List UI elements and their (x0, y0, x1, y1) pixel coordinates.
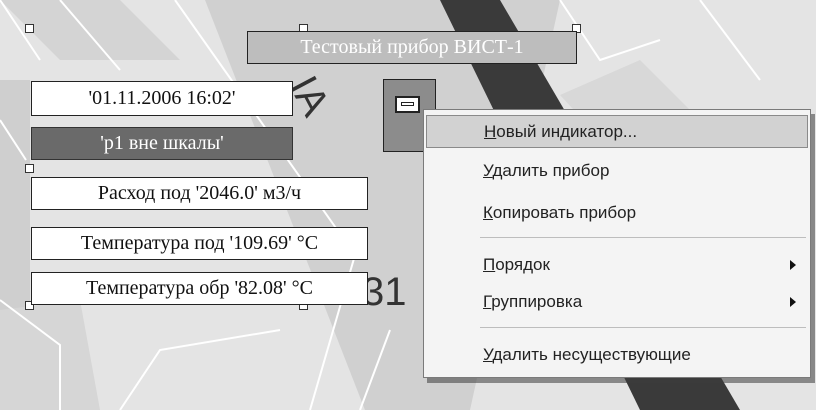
menu-item-label: Порядок (483, 255, 550, 275)
flow-rate-indicator[interactable]: Расход под '2046.0' м3/ч (31, 177, 368, 210)
menu-separator (480, 237, 806, 238)
map-canvas[interactable]: ІА 31 Тестовый прибор ВИСТ-1 '01.11.2006… (0, 0, 816, 410)
menu-item-copy-device[interactable]: Копировать прибор (426, 196, 808, 229)
selection-handle[interactable] (25, 164, 34, 173)
menu-accelerator: К (483, 202, 493, 222)
menu-item-text: далить прибор (492, 160, 610, 180)
menu-item-label: Удалить несуществующие (483, 345, 691, 365)
street-label-31: 31 (362, 270, 407, 314)
menu-item-delete-nonexistent[interactable]: Удалить несуществующие (426, 338, 808, 371)
menu-separator (480, 327, 806, 328)
menu-item-label: Группировка (483, 292, 582, 312)
menu-item-order[interactable]: Порядок (426, 248, 808, 281)
submenu-arrow-icon (790, 259, 796, 270)
menu-item-text: руппировка (491, 291, 583, 311)
menu-item-label: Копировать прибор (483, 203, 636, 223)
device-screen-icon (395, 96, 420, 113)
menu-item-text: овый индикатор... (496, 121, 638, 141)
menu-item-text: орядок (495, 254, 550, 274)
submenu-arrow-icon (790, 296, 796, 307)
menu-item-delete-device[interactable]: Удалить прибор (426, 154, 808, 187)
menu-item-text: опировать прибор (492, 202, 637, 222)
timestamp-indicator[interactable]: '01.11.2006 16:02' (31, 81, 293, 116)
menu-item-label: Удалить прибор (483, 161, 609, 181)
menu-accelerator: Н (484, 121, 497, 141)
menu-item-text: далить несуществующие (492, 344, 691, 364)
menu-item-grouping[interactable]: Группировка (426, 285, 808, 318)
menu-accelerator: П (483, 254, 496, 274)
out-of-scale-indicator[interactable]: 'p1 вне шкалы' (31, 127, 293, 160)
supply-temperature-indicator[interactable]: Температура под '109.69' °С (31, 227, 368, 260)
menu-item-label: Новый индикатор... (484, 122, 637, 142)
menu-item-new-indicator[interactable]: Новый индикатор... (426, 115, 808, 148)
device-title-label[interactable]: Тестовый прибор ВИСТ-1 (247, 31, 577, 64)
return-temperature-indicator[interactable]: Температура обр '82.08' °С (31, 272, 368, 305)
context-menu: Новый индикатор... Удалить прибор Копиро… (423, 109, 811, 378)
selection-handle[interactable] (25, 24, 34, 33)
